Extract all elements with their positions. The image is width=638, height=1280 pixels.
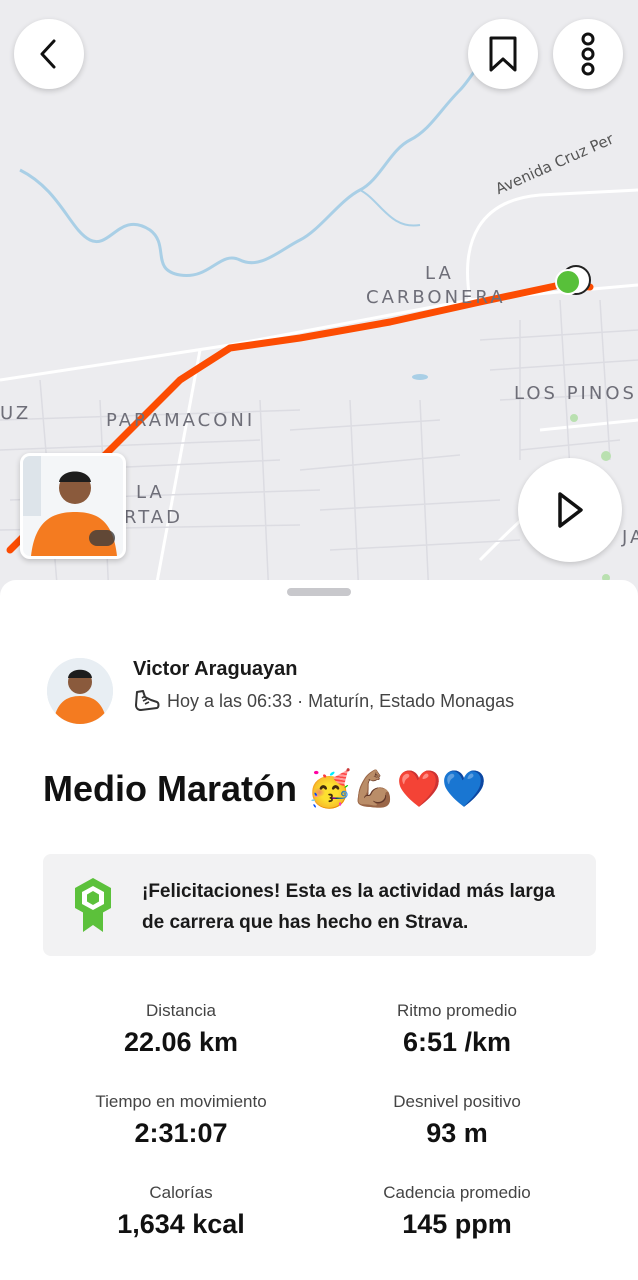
stat-distance-label: Distancia [146,1001,216,1020]
avatar-image-icon [47,658,113,724]
achievement-banner: ¡Felicitaciones! Esta es la actividad má… [43,854,596,956]
back-icon [40,39,56,69]
activity-details-sheet: Victor Araguayan Hoy a las 06:33 · Matur… [0,580,638,1280]
map-label-la: LA [425,263,454,284]
map-label-ja: JA [622,527,638,548]
play-flyover-button[interactable] [518,458,622,562]
stat-moving-time-label: Tiempo en movimiento [95,1092,267,1111]
more-options-button[interactable] [553,19,623,89]
stat-calories-value: 1,634 kcal [117,1209,245,1239]
stat-distance: Distancia 22.06 km [31,1001,331,1058]
activity-meta: Hoy a las 06:33 · Maturín, Estado Monaga… [133,688,514,714]
bookmark-button[interactable] [468,19,538,89]
stat-cadence-label: Cadencia promedio [383,1183,531,1202]
stat-pace-value: 6:51 /km [402,1027,512,1057]
stat-moving-time: Tiempo en movimiento 2:31:07 [31,1092,331,1149]
stat-calories: Calorías 1,634 kcal [31,1183,331,1240]
back-button[interactable] [14,19,84,89]
video-badge-icon [89,530,115,546]
activity-title: Medio Maratón 🥳💪🏽❤️💙 [43,768,487,809]
stat-distance-value: 22.06 km [123,1027,239,1057]
stat-pace: Ritmo promedio 6:51 /km [307,1001,607,1058]
achievement-text: ¡Felicitaciones! Esta es la actividad má… [142,881,555,933]
map-label-la-2: LA [136,482,165,503]
activity-meta-text: Hoy a las 06:33 · Maturín, Estado Monaga… [167,690,515,711]
stat-cadence-value: 145 ppm [402,1209,512,1239]
map-label-paramaconi: PARAMACONI [106,410,256,431]
start-marker [555,269,581,295]
route-map[interactable]: LA CARBONERA LOS PINOS PARAMACONI UZ LA … [0,0,638,620]
stat-elevation: Desnivel positivo 93 m [307,1092,607,1149]
stat-calories-label: Calorías [149,1183,213,1202]
map-label-uz: UZ [0,403,32,424]
activity-photo-thumbnail[interactable] [20,453,126,559]
stat-elevation-value: 93 m [426,1118,488,1148]
stat-moving-time-value: 2:31:07 [134,1118,228,1148]
map-label-carbonera: CARBONERA [366,287,506,308]
running-shoe-icon [135,690,160,711]
sheet-drag-handle[interactable] [287,588,351,596]
athlete-avatar[interactable] [47,658,113,724]
stat-cadence: Cadencia promedio 145 ppm [307,1183,607,1240]
map-label-rtad: RTAD [124,507,183,528]
play-icon [558,492,583,528]
stat-elevation-label: Desnivel positivo [393,1092,521,1111]
stat-pace-label: Ritmo promedio [397,1001,517,1020]
bookmark-icon [489,36,517,72]
athlete-name[interactable]: Victor Araguayan [133,658,298,681]
achievement-badge-icon [75,878,111,932]
map-label-los-pinos: LOS PINOS [514,383,637,404]
more-vertical-icon [581,32,595,76]
